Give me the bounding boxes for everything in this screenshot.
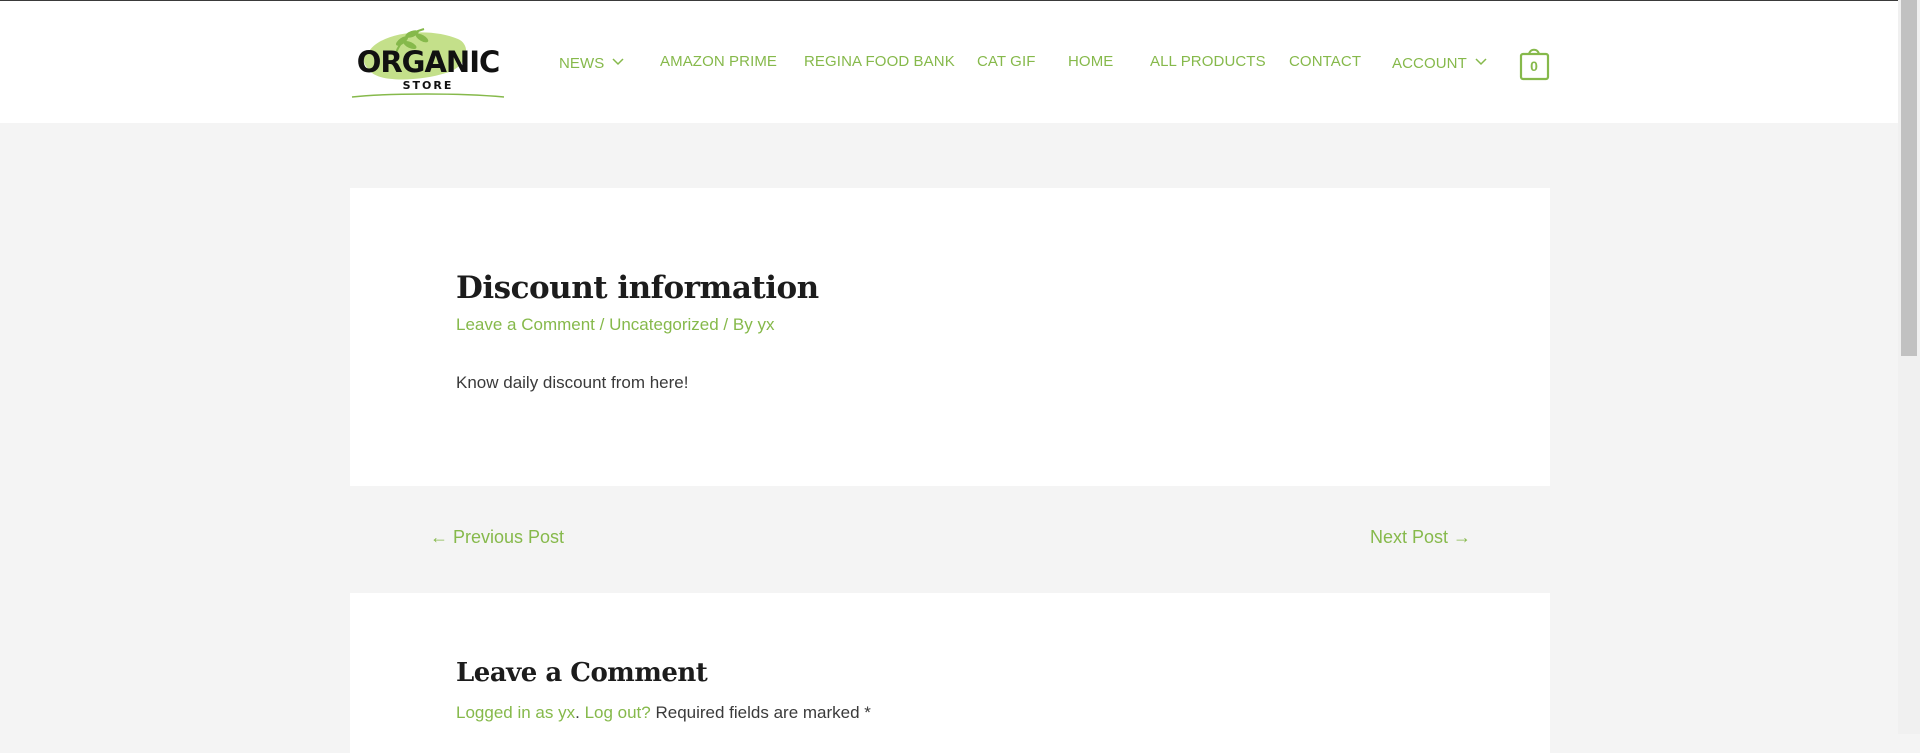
nav-item-account[interactable]: ACCOUNT (1392, 53, 1487, 72)
leave-comment-link[interactable]: Leave a Comment (456, 315, 595, 334)
nav-item-cat-gif[interactable]: CAT GIF (977, 53, 1035, 70)
chevron-down-icon (612, 53, 624, 70)
previous-post-link[interactable]: ← Previous Post (430, 527, 564, 548)
cart-count: 0 (1530, 58, 1538, 74)
comment-heading: Leave a Comment (456, 658, 708, 688)
site-logo[interactable]: ORGANIC STORE (350, 23, 506, 101)
nav-item-regina-food-bank[interactable]: REGINA FOOD BANK (804, 53, 955, 70)
site-header: ORGANIC STORE NEWS AMAZON PRIME REGINA F… (0, 1, 1898, 123)
nav-item-contact[interactable]: CONTACT (1289, 53, 1361, 70)
nav-item-label: ACCOUNT (1392, 55, 1467, 72)
post-meta: Leave a Comment / Uncategorized / By yx (456, 315, 774, 335)
category-link[interactable]: Uncategorized (609, 315, 719, 334)
nav-item-all-products[interactable]: ALL PRODUCTS (1150, 53, 1266, 70)
meta-separator: / (594, 315, 610, 334)
author-link[interactable]: yx (757, 315, 774, 334)
scrollbar-thumb[interactable] (1901, 0, 1917, 356)
post-article: Discount information Leave a Comment / U… (350, 188, 1550, 486)
logout-link[interactable]: Log out? (585, 703, 651, 722)
logged-in-user-link[interactable]: Logged in as yx (456, 703, 575, 722)
nav-item-label: NEWS (559, 55, 605, 72)
post-content: Know daily discount from here! (456, 373, 689, 392)
cart-button[interactable]: 0 (1519, 45, 1551, 81)
nav-item-home[interactable]: HOME (1068, 53, 1113, 70)
logo-wordmark: ORGANIC (357, 45, 500, 79)
comment-section: Leave a Comment Logged in as yx. Log out… (350, 593, 1550, 753)
page-scrollbar[interactable] (1898, 0, 1920, 734)
required-fields-note: Required fields are marked * (650, 703, 871, 722)
chevron-down-icon (1475, 53, 1487, 70)
next-post-link[interactable]: Next Post → (1370, 527, 1471, 548)
organic-store-logo: ORGANIC STORE (351, 28, 505, 98)
logged-in-notice: Logged in as yx. Log out? Required field… (456, 703, 871, 723)
logo-subtitle: STORE (403, 79, 454, 92)
post-title: Discount information (456, 270, 819, 306)
nav-item-news[interactable]: NEWS (559, 53, 624, 72)
notice-dot: . (575, 703, 580, 722)
meta-separator: / By (718, 315, 758, 334)
nav-item-amazon-prime[interactable]: AMAZON PRIME (660, 53, 777, 70)
